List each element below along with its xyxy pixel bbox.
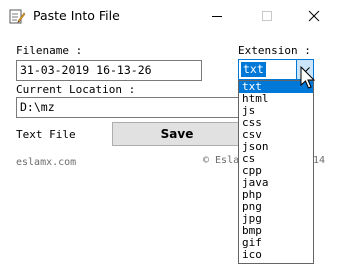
minimize-button[interactable] — [193, 0, 241, 32]
filename-field[interactable]: 31-03-2019 16-13-26 — [16, 60, 202, 81]
minimize-icon — [212, 16, 222, 17]
close-button[interactable] — [290, 0, 337, 32]
extension-label: Extension : — [238, 44, 311, 57]
title-bar[interactable]: Paste Into File — [0, 0, 337, 34]
close-icon — [308, 10, 320, 22]
current-location-field[interactable]: D:\mz — [16, 97, 238, 118]
copyright-text-left: © Esla — [203, 155, 240, 166]
text-file-label: Text File — [16, 128, 76, 141]
current-location-label: Current Location : — [16, 83, 136, 96]
dropdown-option[interactable]: ico — [239, 249, 313, 261]
notepad-pencil-icon — [9, 8, 26, 24]
website-link[interactable]: eslamx.com — [16, 157, 76, 168]
extension-dropdown-list: txt html js css csv json cs cpp java php png jpg bmp… — [238, 80, 314, 264]
window-title: Paste Into File — [33, 8, 120, 23]
filename-label: Filename : — [16, 44, 83, 57]
paste-into-file-window: Paste Into File Filename : Extension : 3… — [0, 0, 337, 269]
copyright-text-right: 14 — [313, 155, 326, 166]
extension-selected-value: txt — [241, 62, 266, 77]
mouse-pointer-icon — [300, 66, 316, 89]
maximize-icon — [262, 11, 272, 21]
save-button[interactable]: Save — [112, 122, 242, 146]
maximize-button[interactable] — [243, 0, 291, 32]
